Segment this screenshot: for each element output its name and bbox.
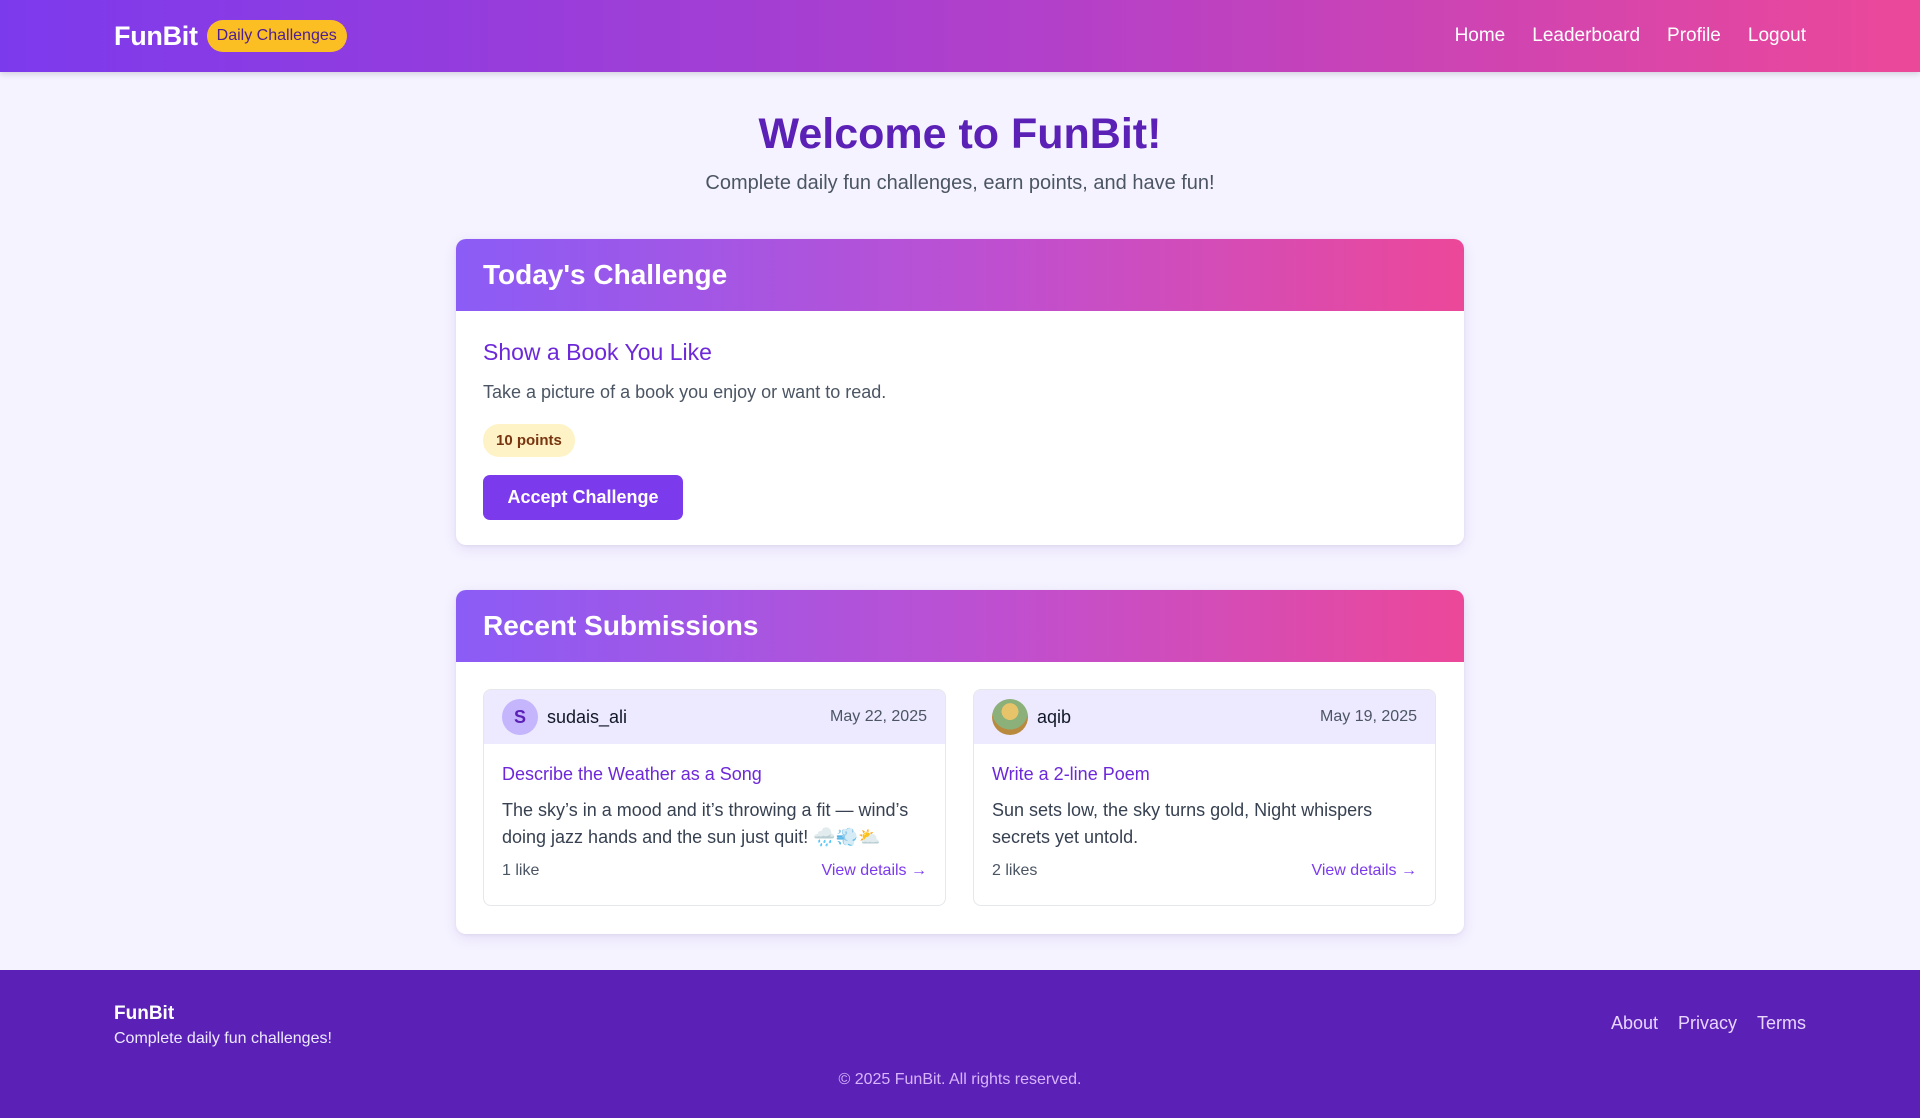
submission-footer: 1 like View details → [502,862,927,880]
username: aqib [1037,706,1072,727]
submission-footer: 2 likes View details → [992,862,1417,880]
page-title: Welcome to FunBit! [758,110,1162,158]
submission-user: S sudais_ali [502,699,627,735]
footer-links: About Privacy Terms [1611,1013,1806,1034]
footer-link-terms[interactable]: Terms [1757,1013,1806,1034]
footer-brand: FunBit [114,1003,175,1024]
submission-text: Sun sets low, the sky turns gold, Night … [992,800,1373,847]
submissions-list: S sudais_ali May 22, 2025 Describe the W… [456,662,1464,933]
submission-user: aqib [992,699,1071,735]
view-details-link[interactable]: View details → [821,862,927,880]
footer-link-privacy[interactable]: Privacy [1678,1013,1737,1034]
nav-leaderboard[interactable]: Leaderboard [1532,25,1640,47]
submission-challenge-title: Describe the Weather as a Song [502,764,762,784]
submission-card: aqib May 19, 2025 Write a 2-line Poem Su… [973,689,1436,906]
challenge-title: Show a Book You Like [483,339,712,365]
challenge-card-heading: Today's Challenge [483,259,728,290]
footer-tagline: Complete daily fun challenges! [114,1030,332,1047]
recent-card-header: Recent Submissions [456,590,1464,662]
nav-logout[interactable]: Logout [1748,25,1806,47]
username: sudais_ali [547,706,628,727]
submission-date: May 19, 2025 [1320,708,1417,725]
avatar: S [502,699,538,735]
submission-card: S sudais_ali May 22, 2025 Describe the W… [483,689,946,906]
recent-submissions-card: Recent Submissions S sudais_ali May 22, … [456,590,1464,934]
submission-date: May 22, 2025 [830,708,927,725]
submission-challenge-title: Write a 2-line Poem [992,764,1150,784]
recent-card-heading: Recent Submissions [483,610,759,641]
copyright-text: © 2025 FunBit. All rights reserved. [838,1071,1082,1088]
avatar [992,699,1028,735]
challenge-description: Take a picture of a book you enjoy or wa… [483,382,887,402]
likes-count: 1 like [502,862,540,879]
page-subtitle: Complete daily fun challenges, earn poin… [705,172,1215,194]
brand-area: FunBit Daily Challenges [114,20,347,52]
todays-challenge-card: Today's Challenge Show a Book You Like T… [456,239,1464,545]
hero-section: Welcome to FunBit! Complete daily fun ch… [0,72,1920,195]
daily-challenges-badge: Daily Challenges [206,20,347,52]
submission-body: Write a 2-line Poem Sun sets low, the sk… [974,744,1435,880]
main-nav: Home Leaderboard Profile Logout [1455,25,1806,47]
footer-link-about[interactable]: About [1611,1013,1658,1034]
challenge-card-header: Today's Challenge [456,239,1464,311]
submission-header: aqib May 19, 2025 [974,690,1435,744]
brand-logo[interactable]: FunBit [114,21,198,52]
submission-text: The sky’s in a mood and it’s throwing a … [502,800,909,847]
likes-count: 2 likes [992,862,1038,879]
top-navbar: FunBit Daily Challenges Home Leaderboard… [0,0,1920,72]
view-details-link[interactable]: View details → [1311,862,1417,880]
accept-challenge-button[interactable]: Accept Challenge [483,475,683,520]
points-badge: 10 points [483,424,575,457]
submission-header: S sudais_ali May 22, 2025 [484,690,945,744]
site-footer: FunBit Complete daily fun challenges! Ab… [0,970,1920,1118]
submission-body: Describe the Weather as a Song The sky’s… [484,744,945,880]
challenge-card-body: Show a Book You Like Take a picture of a… [456,311,1464,545]
nav-home[interactable]: Home [1455,25,1506,47]
nav-profile[interactable]: Profile [1667,25,1721,47]
